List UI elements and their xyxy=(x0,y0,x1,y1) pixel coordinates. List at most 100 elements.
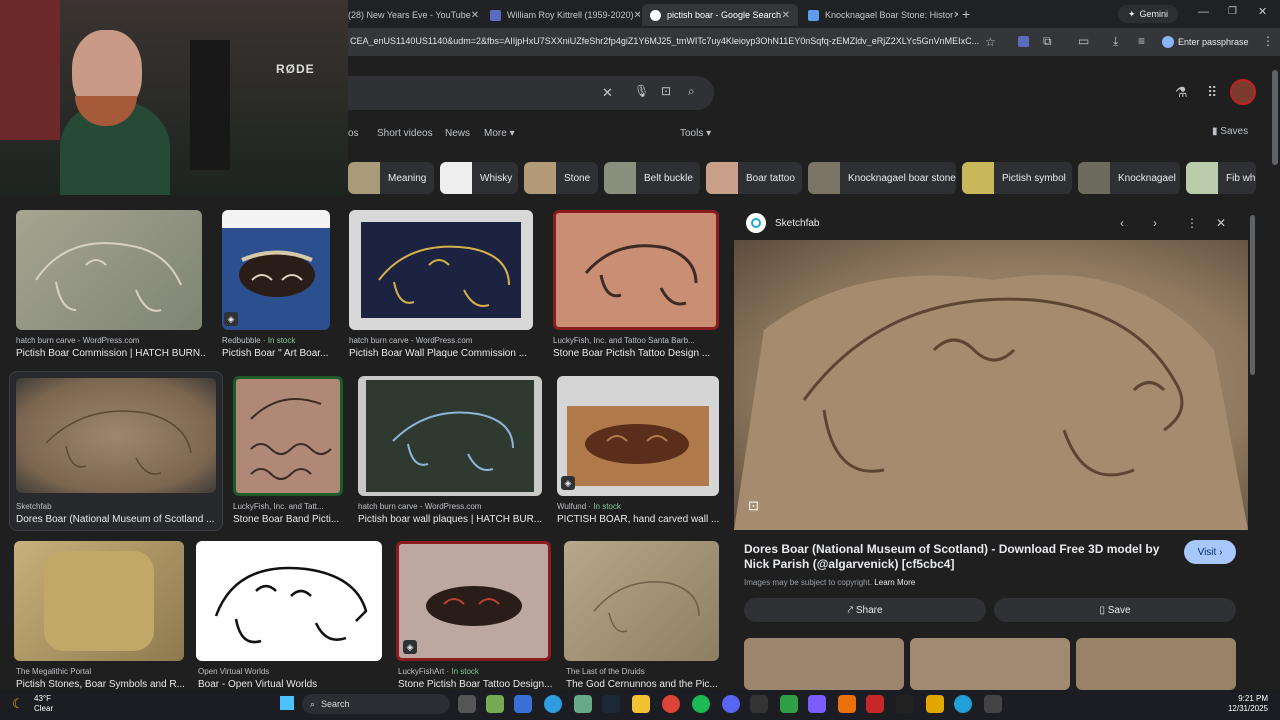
account-avatar[interactable] xyxy=(1230,79,1256,105)
steam-icon[interactable] xyxy=(602,695,620,713)
more-options-icon[interactable]: ⋮ xyxy=(1186,216,1198,230)
app-icon[interactable] xyxy=(514,695,532,713)
chip-whisky[interactable]: Whisky xyxy=(440,162,518,194)
restore-icon[interactable]: ❐ xyxy=(1228,6,1237,17)
search-box[interactable]: ✕ 🎙 ⊡ ⌕ xyxy=(348,76,714,110)
bookmark-star-icon[interactable]: ☆ xyxy=(985,35,996,49)
result-image-1[interactable] xyxy=(16,210,202,330)
labs-flask-icon[interactable]: ⚗ xyxy=(1175,84,1188,101)
result-image-10[interactable] xyxy=(196,541,382,661)
result-image-2[interactable]: ◈ xyxy=(222,210,330,330)
tab-knocknagael[interactable]: Knocknagael Boar Stone: Histor ✕ xyxy=(800,4,958,26)
save-button[interactable]: ▯ Save xyxy=(994,598,1236,622)
chip-knocknagael[interactable]: Knocknagael xyxy=(1078,162,1180,194)
download-icon[interactable]: ⤓ xyxy=(1113,34,1118,49)
tab-kittrell[interactable]: William Roy Kittrell (1959-2020) ✕ xyxy=(482,4,640,26)
result-image-11[interactable]: ◈ xyxy=(396,541,551,661)
related-image[interactable] xyxy=(744,638,904,690)
chip-stone[interactable]: Stone xyxy=(524,162,598,194)
tab-videos[interactable]: os xyxy=(348,128,359,139)
window-close-icon[interactable]: ✕ xyxy=(1258,5,1267,18)
edge-icon[interactable] xyxy=(544,695,562,713)
next-image-icon[interactable]: › xyxy=(1153,216,1157,230)
tab-short-videos[interactable]: Short videos xyxy=(377,128,433,139)
telegram-icon[interactable] xyxy=(954,695,972,713)
result-image-8[interactable]: ◈ xyxy=(557,376,719,496)
result-title[interactable]: The God Cernunnos and the Pic... xyxy=(566,679,726,690)
app-icon[interactable] xyxy=(838,695,856,713)
result-image-6[interactable] xyxy=(233,376,343,496)
tab-youtube[interactable]: (28) New Years Eve - YouTube ✕ xyxy=(340,4,478,26)
related-image[interactable] xyxy=(910,638,1070,690)
lens-search-icon[interactable]: ⊡ xyxy=(748,498,759,514)
close-icon[interactable]: ✕ xyxy=(471,10,478,21)
minimize-icon[interactable]: — xyxy=(1198,6,1209,18)
result-title[interactable]: Pictish Stones, Boar Symbols and R... xyxy=(16,679,196,690)
page-scrollbar[interactable] xyxy=(1272,70,1278,165)
result-image-9[interactable] xyxy=(14,541,184,661)
store-icon[interactable] xyxy=(486,695,504,713)
preview-image[interactable]: ⊡ xyxy=(734,240,1248,530)
file-explorer-icon[interactable] xyxy=(632,695,650,713)
chip-fib[interactable]: Fib wh xyxy=(1186,162,1256,194)
puzzle-extensions-icon[interactable]: ⧉ xyxy=(1043,34,1052,49)
extension-icon[interactable] xyxy=(1018,36,1029,47)
close-panel-icon[interactable]: ✕ xyxy=(1216,216,1226,230)
result-title[interactable]: PICTISH BOAR, hand carved wall ... xyxy=(557,514,723,525)
result-image-5[interactable] xyxy=(16,378,216,493)
result-image-4[interactable] xyxy=(553,210,719,330)
search-icon[interactable]: ⌕ xyxy=(688,84,695,99)
app-icon[interactable] xyxy=(808,695,826,713)
result-title[interactable]: Stone Pictish Boar Tattoo Design... xyxy=(398,679,558,690)
app-icon[interactable] xyxy=(750,695,768,713)
panel-source[interactable]: Sketchfab xyxy=(775,218,819,229)
result-title[interactable]: Pictish Boar Wall Plaque Commission ... xyxy=(349,348,539,359)
epic-games-icon[interactable] xyxy=(896,695,914,713)
result-title[interactable]: Dores Boar (National Museum of Scotland … xyxy=(16,514,216,525)
result-title[interactable]: Pictish boar wall plaques | HATCH BUR... xyxy=(358,514,548,525)
app-icon[interactable] xyxy=(866,695,884,713)
spotify-icon[interactable] xyxy=(692,695,710,713)
clear-search-icon[interactable]: ✕ xyxy=(602,85,613,101)
app-icon[interactable] xyxy=(926,695,944,713)
gemini-button[interactable]: ✦ Gemini xyxy=(1118,5,1178,23)
result-image-7[interactable] xyxy=(358,376,542,496)
passphrase-button[interactable]: Enter passphrase xyxy=(1162,33,1252,51)
result-image-12[interactable] xyxy=(564,541,719,661)
result-title[interactable]: Pictish Boar Commission | HATCH BURN... xyxy=(16,348,206,359)
taskbar-search[interactable]: ⌕ Search xyxy=(302,694,450,714)
result-image-3[interactable] xyxy=(349,210,533,330)
reading-list-icon[interactable]: ≡ xyxy=(1138,34,1145,48)
result-title[interactable]: Stone Boar Pictish Tattoo Design ... xyxy=(553,348,719,359)
new-tab-plus-icon[interactable]: + xyxy=(962,6,970,22)
app-icon[interactable] xyxy=(780,695,798,713)
chrome-menu-icon[interactable]: ⋮ xyxy=(1262,34,1274,48)
visit-button[interactable]: Visit › xyxy=(1184,540,1236,564)
result-title[interactable]: Boar - Open Virtual Worlds xyxy=(198,679,388,690)
chip-pictish-symbol[interactable]: Pictish symbol xyxy=(962,162,1072,194)
related-image[interactable] xyxy=(1076,638,1236,690)
discord-icon[interactable] xyxy=(722,695,740,713)
saves-button[interactable]: ▮ Saves xyxy=(1212,126,1248,137)
system-clock[interactable]: 9:21 PM 12/31/2025 xyxy=(1212,694,1268,714)
microphone-icon[interactable]: 🎙 xyxy=(634,84,649,98)
chip-meaning[interactable]: Meaning xyxy=(348,162,434,194)
weather-widget[interactable]: 43°F Clear xyxy=(34,694,53,714)
chrome-icon[interactable] xyxy=(662,695,680,713)
app-icon[interactable] xyxy=(984,695,1002,713)
close-icon[interactable]: ✕ xyxy=(634,10,640,21)
windows-start-icon[interactable] xyxy=(280,696,294,710)
close-icon[interactable]: ✕ xyxy=(782,10,790,21)
tab-more[interactable]: More ▾ xyxy=(484,128,515,139)
chip-boar-tattoo[interactable]: Boar tattoo xyxy=(706,162,802,194)
url-text[interactable]: CEA_enUS1140US1140&udm=2&fbs=AIIjpHxU7SX… xyxy=(350,36,980,46)
cast-icon[interactable]: ▭ xyxy=(1078,34,1089,48)
tools-button[interactable]: Tools ▾ xyxy=(680,128,711,139)
tab-news[interactable]: News xyxy=(445,128,470,139)
panel-scrollbar[interactable] xyxy=(1250,215,1255,375)
chip-belt-buckle[interactable]: Belt buckle xyxy=(604,162,700,194)
learn-more-link[interactable]: Learn More xyxy=(874,578,915,587)
result-title[interactable]: Stone Boar Band Picti... xyxy=(233,514,343,525)
result-title[interactable]: Pictish Boar " Art Boar... xyxy=(222,348,342,359)
close-icon[interactable]: ✕ xyxy=(953,10,958,21)
